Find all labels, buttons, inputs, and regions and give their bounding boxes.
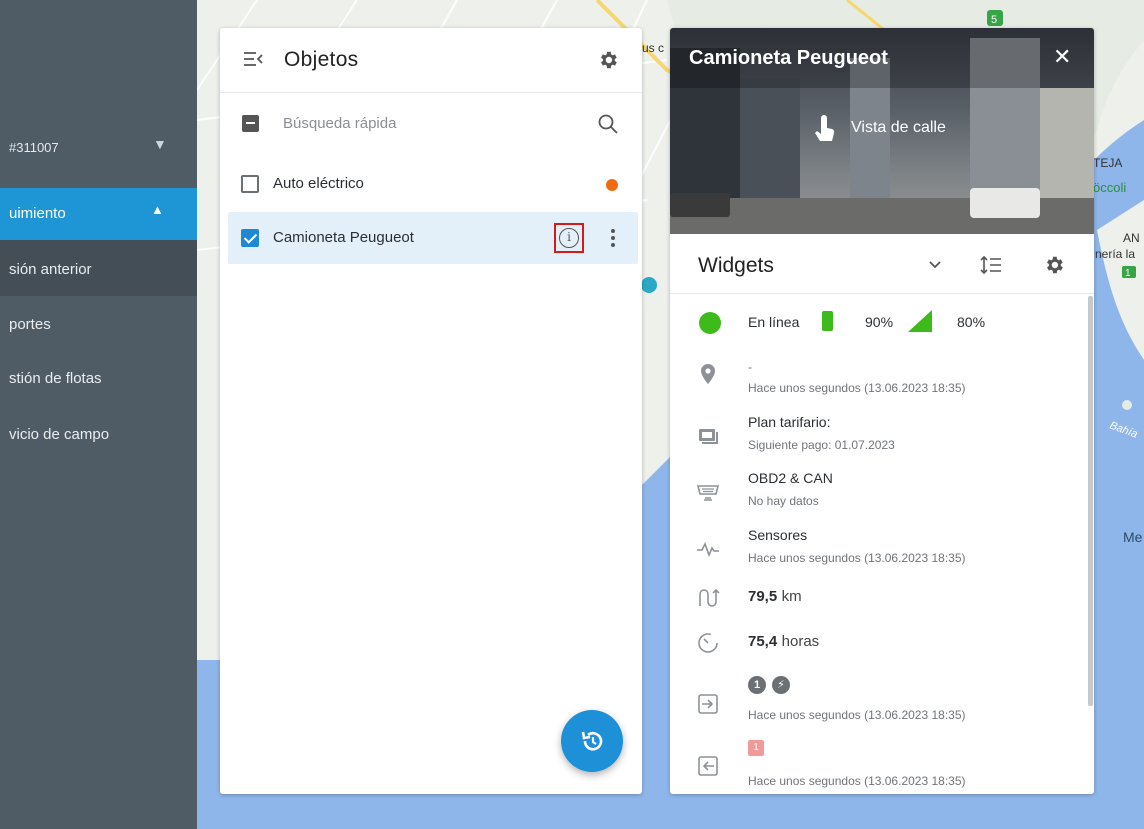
engine-hours-unit: horas <box>781 633 820 650</box>
obd-status: No hay datos <box>748 494 819 508</box>
account-id: #311007 <box>9 140 59 155</box>
objects-panel-header: Objetos <box>220 28 642 93</box>
caret-down-icon: ▼ <box>153 136 167 152</box>
location-time: Hace unos segundos (13.06.2023 18:35) <box>748 381 966 395</box>
history-icon <box>581 731 603 751</box>
money-icon <box>699 429 718 444</box>
widget-tariff[interactable]: Plan tarifario: Siguiente pago: 01.07.20… <box>670 412 1080 456</box>
nav-item-label: sión anterior <box>9 261 92 278</box>
sidebar: #311007 ▼ uimiento ▲ sión anterior porte… <box>0 0 197 829</box>
widget-mileage[interactable]: 79,5 km <box>670 586 1080 612</box>
mileage-unit: km <box>781 588 802 605</box>
nav-item-tracking[interactable]: uimiento ▲ <box>0 188 197 240</box>
output-badge: 1 <box>748 740 764 756</box>
signal-value: 80% <box>957 314 986 330</box>
output-icon <box>698 756 718 776</box>
street-view-preview[interactable]: Camioneta Peugueot ✕ Vista de calle <box>670 28 1094 234</box>
menu-collapse-icon[interactable] <box>242 48 264 70</box>
mileage-value: 79,5 <box>748 588 778 605</box>
select-all-checkbox[interactable] <box>242 115 259 132</box>
obd-connector-icon <box>696 485 720 501</box>
object-name: Auto eléctrico <box>273 175 364 192</box>
widget-location[interactable]: - Hace unos segundos (13.06.2023 18:35) <box>670 358 1080 398</box>
widget-engine-hours[interactable]: 75,4 horas <box>670 631 1080 657</box>
sort-icon[interactable] <box>980 254 1002 276</box>
history-button[interactable] <box>561 710 623 772</box>
timer-icon <box>698 633 718 653</box>
map-label: öccoli <box>1093 180 1126 195</box>
widgets-scrollbar[interactable] <box>1088 296 1093 706</box>
engine-hours-value: 75,4 <box>748 633 778 650</box>
nav-item-label: uimiento <box>9 205 66 222</box>
input-badge: 1 <box>748 676 766 694</box>
obd-title: OBD2 & CAN <box>748 470 833 486</box>
close-icon[interactable]: ✕ <box>1053 44 1071 70</box>
street-view-label: Vista de calle <box>851 119 946 136</box>
object-title: Camioneta Peugueot <box>689 47 888 69</box>
object-name: Camioneta Peugueot <box>273 229 414 246</box>
nav-item-field-service[interactable]: vicio de campo <box>9 426 109 443</box>
gear-icon[interactable] <box>1043 254 1065 276</box>
object-row-selected[interactable]: Camioneta Peugueot i <box>228 212 638 264</box>
quick-search: Búsqueda rápida <box>220 93 642 151</box>
search-icon[interactable] <box>597 113 619 135</box>
status-dot <box>606 179 618 191</box>
road-badge: 1 <box>1125 268 1131 279</box>
sensors-time: Hace unos segundos (13.06.2023 18:35) <box>748 551 966 565</box>
info-icon: i <box>559 228 579 248</box>
pulse-icon <box>697 541 719 558</box>
chevron-down-icon[interactable] <box>928 258 942 272</box>
widget-status: En línea 90% 80% <box>670 310 1080 340</box>
search-input[interactable]: Búsqueda rápida <box>283 115 396 132</box>
map-label: Me <box>1123 529 1143 545</box>
info-button[interactable]: i <box>554 223 584 253</box>
map-label: us c <box>642 41 664 55</box>
battery-icon <box>822 311 833 331</box>
object-row[interactable]: Auto eléctrico <box>228 158 638 210</box>
panel-title: Objetos <box>284 48 359 71</box>
status-text: En línea <box>748 314 800 330</box>
object-details-panel: Camioneta Peugueot ✕ Vista de calle Widg… <box>670 28 1094 794</box>
map-label: AN <box>1123 231 1140 245</box>
widgets-title: Widgets <box>698 254 774 277</box>
signal-icon <box>908 310 932 332</box>
nav-item-previous-version[interactable]: sión anterior <box>0 240 197 296</box>
map-label: TEJA <box>1093 156 1122 170</box>
widget-digital-outputs[interactable]: 1 Hace unos segundos (13.06.2023 18:35) <box>670 738 1080 788</box>
gear-icon[interactable] <box>597 49 619 71</box>
tariff-next-payment: Siguiente pago: 01.07.2023 <box>748 438 895 452</box>
nav-item-reports[interactable]: portes <box>9 316 51 333</box>
object-checkbox[interactable] <box>241 175 259 193</box>
map-label: nería la <box>1095 247 1135 261</box>
inputs-time: Hace unos segundos (13.06.2023 18:35) <box>748 708 966 722</box>
pegman-icon <box>815 115 835 141</box>
widget-obd[interactable]: OBD2 & CAN No hay datos <box>670 468 1080 512</box>
location-pin-icon <box>701 364 715 384</box>
more-options-icon[interactable] <box>610 227 616 249</box>
objects-panel: Objetos Búsqueda rápida Auto eléctrico C… <box>220 28 642 794</box>
widgets-header: Widgets <box>670 234 1094 294</box>
caret-up-icon: ▲ <box>151 202 164 217</box>
outputs-time: Hace unos segundos (13.06.2023 18:35) <box>748 774 966 788</box>
battery-value: 90% <box>865 314 894 330</box>
widget-sensors[interactable]: Sensores Hace unos segundos (13.06.2023 … <box>670 525 1080 569</box>
nav-item-fleet-management[interactable]: stión de flotas <box>9 370 102 387</box>
tariff-title: Plan tarifario: <box>748 414 831 430</box>
account-selector[interactable]: #311007 ▼ <box>0 128 197 168</box>
location-address: - <box>748 360 752 374</box>
road-badge: 5 <box>991 14 997 26</box>
ignition-badge: ⚡ <box>772 676 790 694</box>
object-checkbox[interactable] <box>241 229 259 247</box>
mileage-icon <box>699 588 720 607</box>
widget-digital-inputs[interactable]: 1 ⚡ Hace unos segundos (13.06.2023 18:35… <box>670 674 1080 724</box>
online-status-icon <box>699 312 721 334</box>
sensors-title: Sensores <box>748 527 808 543</box>
map-label: Bahía <box>1108 420 1139 441</box>
input-icon <box>698 694 718 714</box>
